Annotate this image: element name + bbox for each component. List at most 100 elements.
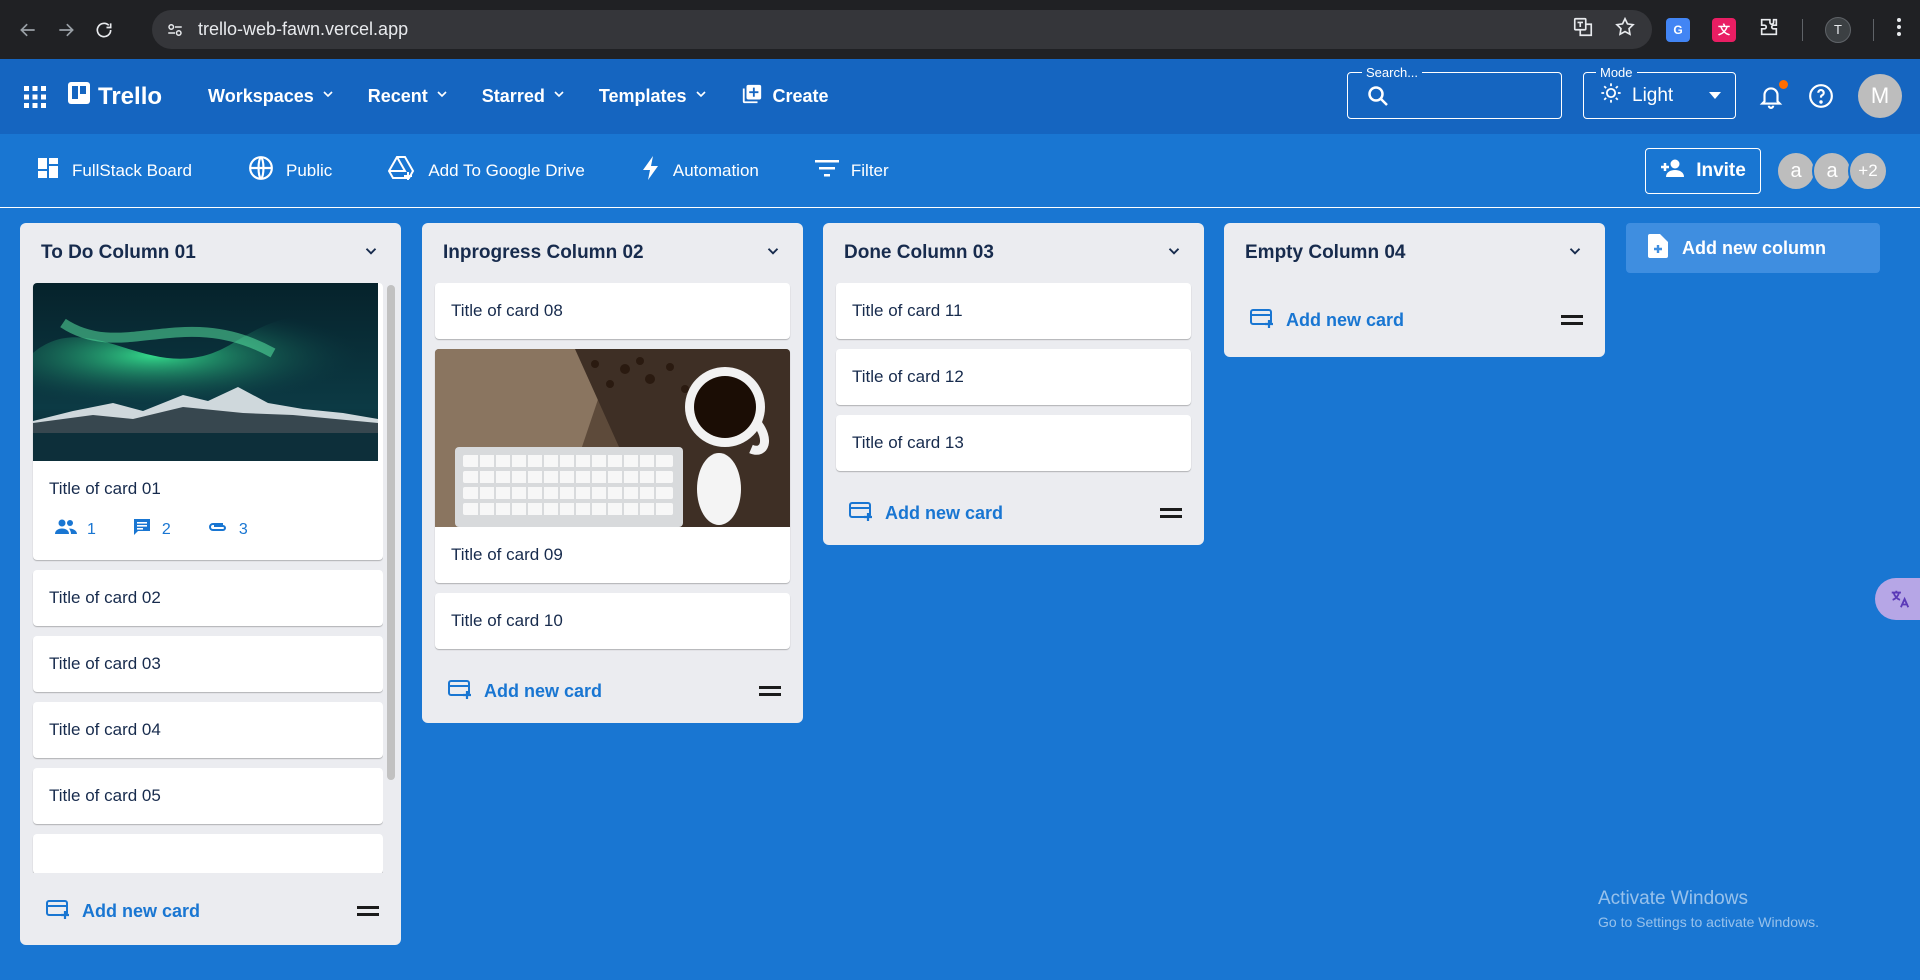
chevron-down-icon <box>434 86 450 107</box>
add-card-label: Add new card <box>484 680 603 701</box>
nav-workspaces[interactable]: Workspaces <box>192 86 352 107</box>
chevron-down-icon[interactable] <box>1566 242 1584 265</box>
card[interactable]: Title of card 09 <box>435 349 790 583</box>
card-cover-image <box>435 349 790 527</box>
chevron-down-icon[interactable] <box>1165 242 1183 265</box>
filter-chip[interactable]: Filter <box>814 158 889 183</box>
column-header[interactable]: Inprogress Column 02 <box>422 223 803 283</box>
drag-handle-icon[interactable] <box>357 906 379 916</box>
add-new-card-button[interactable]: Add new card <box>448 679 602 704</box>
column-header[interactable]: Done Column 03 <box>823 223 1204 283</box>
trello-logo[interactable]: Trello <box>68 82 162 111</box>
globe-icon <box>248 155 274 186</box>
card-partial[interactable] <box>33 834 383 873</box>
column-scrollbar[interactable] <box>387 285 395 780</box>
automation-chip[interactable]: Automation <box>641 156 759 185</box>
back-icon[interactable] <box>10 12 46 48</box>
card-comments[interactable]: 2 <box>132 517 171 542</box>
card-title: Title of card 09 <box>451 545 563 564</box>
board-name-chip[interactable]: FullStack Board <box>36 156 192 185</box>
reload-icon[interactable] <box>86 12 122 48</box>
site-settings-icon[interactable] <box>166 21 184 39</box>
nav-recent[interactable]: Recent <box>352 86 466 107</box>
sun-icon <box>1600 82 1622 110</box>
add-card-icon <box>1250 308 1274 333</box>
card-list: Title of card 01 1 2 3 Title of card 02 … <box>20 283 383 873</box>
add-column-label: Add new column <box>1682 237 1826 258</box>
google-drive-chip[interactable]: Add To Google Drive <box>388 155 585 186</box>
card[interactable]: Title of card 11 <box>836 283 1191 339</box>
mode-select[interactable]: Mode Light <box>1583 65 1736 119</box>
nav-label: Workspaces <box>208 86 314 106</box>
notification-dot <box>1779 80 1788 89</box>
chevron-down-icon <box>693 86 709 107</box>
forward-icon[interactable] <box>48 12 84 48</box>
card[interactable]: Title of card 04 <box>33 702 383 758</box>
add-new-column-button[interactable]: Add new column <box>1626 223 1880 273</box>
add-new-card-button[interactable]: Add new card <box>849 501 1003 526</box>
search-field[interactable]: Search... <box>1347 65 1562 119</box>
help-icon[interactable] <box>1808 83 1834 114</box>
card-title: Title of card 05 <box>49 786 161 805</box>
bookmark-star-icon[interactable] <box>1614 16 1636 43</box>
create-button[interactable]: Create <box>741 83 829 110</box>
user-avatar[interactable]: M <box>1858 74 1902 118</box>
nav-label: Templates <box>598 86 687 106</box>
translate-icon[interactable] <box>1572 16 1594 43</box>
extensions-puzzle-icon[interactable] <box>1758 16 1780 43</box>
card-attachments[interactable]: 3 <box>207 517 248 542</box>
card[interactable]: Title of card 02 <box>33 570 383 626</box>
column-header[interactable]: To Do Column 01 <box>20 223 401 283</box>
add-new-card-button[interactable]: Add new card <box>1250 308 1404 333</box>
search-icon <box>1366 84 1390 113</box>
add-card-icon <box>448 679 472 704</box>
more-members-avatar[interactable]: +2 <box>1848 151 1888 191</box>
brand-name: Trello <box>98 82 163 110</box>
card[interactable]: Title of card 12 <box>836 349 1191 405</box>
card[interactable]: Title of card 10 <box>435 593 790 649</box>
filter-icon <box>814 158 839 183</box>
notifications-bell-icon[interactable] <box>1758 80 1788 114</box>
column-footer: Add new card <box>1224 283 1605 357</box>
translate-widget-icon[interactable] <box>1875 578 1920 620</box>
automation-label: Automation <box>672 160 759 180</box>
column-footer: Add new card <box>823 481 1204 545</box>
dictionary-extension-icon[interactable]: 文 <box>1712 17 1736 42</box>
column-title: To Do Column 01 <box>41 242 196 263</box>
apps-grid-icon[interactable] <box>24 85 46 108</box>
drag-handle-icon[interactable] <box>759 686 781 696</box>
card[interactable]: Title of card 08 <box>435 283 790 339</box>
watermark-line1: Activate Windows <box>1598 888 1748 909</box>
chevron-down-icon <box>551 86 567 107</box>
browser-menu-icon[interactable] <box>1896 17 1902 42</box>
nav-starred[interactable]: Starred <box>466 86 583 107</box>
library-add-icon <box>741 83 763 110</box>
google-translate-extension-icon[interactable]: G <box>1666 17 1690 42</box>
address-bar[interactable]: trello-web-fawn.vercel.app <box>152 10 1652 49</box>
member-avatars: a a +2 <box>1776 151 1888 191</box>
card[interactable]: Title of card 13 <box>836 415 1191 471</box>
note-add-icon <box>1648 233 1668 263</box>
visibility-chip[interactable]: Public <box>248 155 332 186</box>
card[interactable]: Title of card 05 <box>33 768 383 824</box>
card[interactable]: Title of card 01 1 2 3 <box>33 283 383 560</box>
add-new-card-button[interactable]: Add new card <box>46 899 200 924</box>
browser-profile-avatar[interactable]: T <box>1825 16 1851 43</box>
member-avatar[interactable]: a <box>1812 151 1852 191</box>
invite-button[interactable]: Invite <box>1645 148 1761 194</box>
member-avatar[interactable]: a <box>1776 151 1816 191</box>
card-members[interactable]: 1 <box>55 517 96 542</box>
card[interactable]: Title of card 03 <box>33 636 383 692</box>
chevron-down-icon[interactable] <box>764 242 782 265</box>
nav-templates[interactable]: Templates <box>583 86 725 107</box>
add-to-drive-icon <box>388 155 416 186</box>
drag-handle-icon[interactable] <box>1561 315 1583 325</box>
drag-handle-icon[interactable] <box>1160 508 1182 518</box>
chevron-down-icon[interactable] <box>362 242 380 265</box>
card-title: Title of card 10 <box>451 611 563 630</box>
board-bar: FullStack Board Public Add To Google Dri… <box>0 134 1920 208</box>
app-bar: Trello Workspaces Recent Starred Templat… <box>0 59 1920 134</box>
divider <box>1802 18 1803 41</box>
card-title: Title of card 01 <box>49 479 161 498</box>
column-header[interactable]: Empty Column 04 <box>1224 223 1605 283</box>
